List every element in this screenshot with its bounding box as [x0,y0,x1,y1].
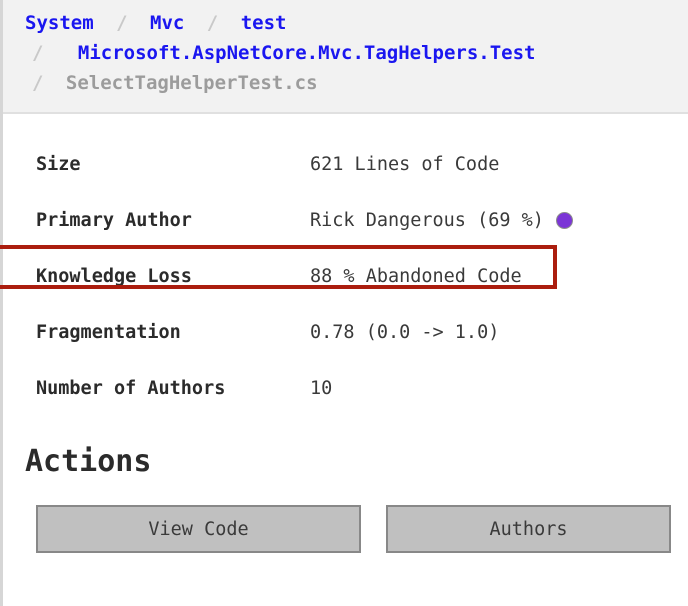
metric-value-text: Rick Dangerous (69 %) [310,209,544,231]
metric-label-size: Size [36,153,81,175]
metric-value-text: 0.78 (0.0 -> 1.0) [310,321,500,343]
breadcrumb-separator: / [116,12,128,34]
author-color-dot-icon [555,211,573,229]
metric-value-size: 621 Lines of Code [310,154,499,175]
metric-value-text: 88 % Abandoned Code [310,265,522,287]
metric-label-primary-author: Primary Author [36,209,192,231]
metric-value-text: 621 Lines of Code [310,153,500,175]
metric-value-fragmentation: 0.78 (0.0 -> 1.0) [310,322,499,343]
breadcrumb-item-system[interactable]: System [23,12,96,34]
breadcrumb-item-mvc[interactable]: Mvc [148,12,186,34]
file-detail-page: System / Mvc / test / Microsoft.AspNetCo… [0,0,688,606]
actions-section: Actions View Code Authors [3,416,688,553]
metric-row: Fragmentation 0.78 (0.0 -> 1.0) [3,304,688,360]
breadcrumb-line-1: System / Mvc / test [23,8,674,38]
actions-heading: Actions [25,444,152,479]
breadcrumb-item-file: SelectTagHelperTest.cs [65,72,318,94]
breadcrumb-separator: / [32,72,44,94]
breadcrumb-separator: / [206,12,219,34]
view-code-button[interactable]: View Code [36,505,361,553]
metric-value-knowledge-loss: 88 % Abandoned Code [310,266,522,287]
metric-value-text: 10 [310,377,333,399]
metric-row-knowledge-loss: Knowledge Loss 88 % Abandoned Code [0,245,688,304]
metric-row: Number of Authors 10 [3,360,688,416]
breadcrumb-separator: / [32,42,44,64]
breadcrumb-item-test[interactable]: test [239,12,289,34]
action-button-group: View Code Authors [25,505,688,553]
authors-button[interactable]: Authors [386,505,671,553]
metrics-list: Size 621 Lines of Code Primary Author Ri… [0,114,688,416]
metric-value-primary-author: Rick Dangerous (69 %) [310,210,573,231]
metric-label-number-of-authors: Number of Authors [36,377,226,399]
breadcrumb-line-3: / SelectTagHelperTest.cs [23,68,674,98]
metric-value-number-of-authors: 10 [310,378,332,399]
metric-label-fragmentation: Fragmentation [36,321,181,343]
metric-row: Primary Author Rick Dangerous (69 %) [3,192,688,248]
breadcrumb-item-namespace[interactable]: Microsoft.AspNetCore.Mvc.TagHelpers.Test [64,42,538,64]
breadcrumb-line-2: / Microsoft.AspNetCore.Mvc.TagHelpers.Te… [23,38,674,68]
breadcrumb: System / Mvc / test / Microsoft.AspNetCo… [3,0,688,114]
metric-row: Size 621 Lines of Code [3,136,688,192]
metric-label-knowledge-loss: Knowledge Loss [36,265,192,287]
